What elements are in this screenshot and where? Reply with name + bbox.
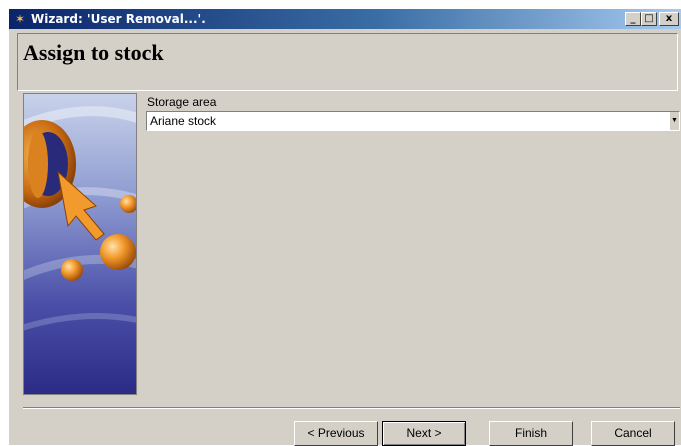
cancel-button[interactable]: Cancel [591, 421, 675, 446]
dropdown-arrow-icon[interactable]: ▼ [669, 112, 679, 130]
storage-area-value: Ariane stock [150, 114, 217, 128]
maximize-button[interactable]: □ [641, 12, 657, 26]
button-divider [23, 407, 680, 409]
wizard-window: ✶ Wizard: 'User Removal...'. _ □ x Assig… [8, 8, 681, 446]
finish-button[interactable]: Finish [489, 421, 573, 446]
page-header: Assign to stock [17, 33, 678, 91]
next-button[interactable]: Next > [382, 421, 466, 446]
close-button[interactable]: x [659, 12, 679, 26]
page-title: Assign to stock [23, 40, 164, 65]
wizard-icon: ✶ [14, 12, 26, 26]
previous-button[interactable]: < Previous [294, 421, 378, 446]
close-icon: x [665, 13, 673, 24]
wizard-graphic [23, 93, 137, 395]
wizard-graphic-svg [24, 94, 136, 394]
storage-area-label: Storage area [147, 95, 217, 109]
window-title: Wizard: 'User Removal...'. [31, 12, 206, 26]
minimize-button[interactable]: _ [625, 12, 641, 26]
storage-area-select[interactable]: Ariane stock ▼ [146, 111, 680, 131]
maximize-icon: □ [644, 13, 654, 24]
title-bar[interactable]: ✶ Wizard: 'User Removal...'. _ □ x [9, 9, 681, 29]
minimize-icon: _ [630, 13, 636, 24]
